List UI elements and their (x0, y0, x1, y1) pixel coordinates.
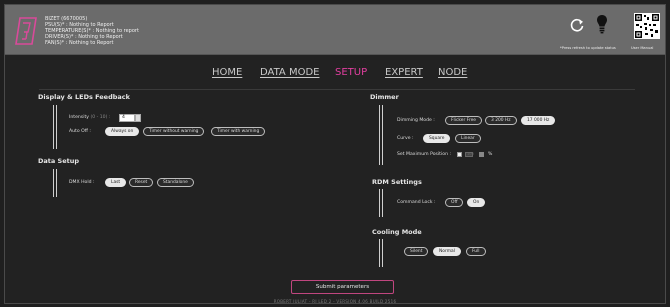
section-title-dimmer: Dimmer (370, 93, 399, 101)
maxpos-color-swatch[interactable] (479, 151, 484, 157)
status-panel: BIZET (6670005) PSU(S)* : Nothing to Rep… (45, 16, 139, 46)
curve-square[interactable]: Square (423, 134, 451, 143)
user-manual-link[interactable]: User Manual (631, 46, 653, 50)
section-title-cooling: Cooling Mode (372, 228, 422, 236)
autooff-timer-warning[interactable]: Timer with warning (211, 127, 266, 136)
autooff-label: Auto Off : (69, 129, 91, 134)
intensity-hint: (0 - 10) : (90, 115, 111, 120)
brand-logo-icon (15, 17, 37, 45)
dimming-mode-label: Dimming Mode : (397, 118, 435, 123)
nav-node[interactable]: NODE (438, 67, 467, 78)
qr-code-icon[interactable] (634, 13, 660, 39)
command-lock-on[interactable]: On (467, 198, 486, 207)
maxpos-unit: % (488, 152, 493, 157)
nav-setup[interactable]: SETUP (335, 67, 367, 78)
footer-text: ROBERT JULIAT - RJ LED 2 - VERSION 4.06 … (273, 299, 397, 304)
command-lock-off[interactable]: Off (445, 198, 464, 207)
refresh-note: *Press refresh to update status (560, 46, 616, 50)
autooff-always-on[interactable]: Always on (105, 127, 140, 136)
refresh-icon[interactable] (569, 17, 585, 33)
divider (39, 89, 635, 90)
maxpos-input[interactable]: 100 (465, 151, 474, 157)
curve-linear[interactable]: Linear (455, 134, 481, 143)
autooff-timer-no-warning[interactable]: Timer without warning (143, 127, 205, 136)
intensity-input[interactable]: 4 (119, 114, 135, 122)
dmx-hold-reset[interactable]: Reset (129, 178, 154, 187)
header-bar: BIZET (6670005) PSU(S)* : Nothing to Rep… (5, 5, 665, 55)
intensity-label-text: Intensity (69, 115, 89, 120)
section-bar (379, 239, 383, 267)
maxpos-checkbox[interactable] (457, 151, 462, 157)
section-bar (53, 169, 57, 197)
cooling-normal[interactable]: Normal (433, 247, 461, 256)
nav-home[interactable]: HOME (212, 67, 242, 78)
curve-label: Curve : (397, 136, 414, 141)
dmx-hold-label: DMX Hold : (69, 180, 95, 185)
cooling-silent[interactable]: Silent (404, 247, 429, 256)
dimming-mode-3200[interactable]: 3 200 Hz (485, 116, 517, 125)
intensity-stepper[interactable] (135, 114, 141, 122)
maxpos-label: Set Maximum Position : (397, 152, 451, 157)
nav-expert[interactable]: EXPERT (385, 67, 423, 78)
status-line: FAN(S)* : Nothing to Report (45, 40, 114, 46)
section-bar (379, 105, 383, 165)
section-title-rdm: RDM Settings (372, 178, 422, 186)
submit-button[interactable]: Submit parameters (291, 280, 394, 294)
dimming-mode-17000[interactable]: 17 000 Hz (521, 116, 556, 125)
section-bar (379, 189, 383, 217)
command-lock-label: Command Lock : (397, 200, 436, 205)
cooling-full[interactable]: Full (466, 247, 486, 256)
intensity-label: Intensity (0 - 10) : (69, 115, 110, 120)
dmx-hold-last[interactable]: Last (105, 178, 127, 187)
dimming-mode-flicker-free[interactable]: Flicker Free (445, 116, 482, 125)
dmx-hold-standalone[interactable]: Standalone (157, 178, 194, 187)
section-bar (53, 105, 57, 149)
app-frame: BIZET (6670005) PSU(S)* : Nothing to Rep… (4, 4, 666, 304)
nav-data-mode[interactable]: DATA MODE (260, 67, 319, 78)
section-title-display: Display & LEDs Feedback (38, 93, 130, 101)
main-nav: HOME DATA MODE SETUP EXPERT NODE (5, 67, 665, 81)
section-title-data-setup: Data Setup (38, 157, 80, 165)
lightbulb-icon[interactable] (596, 14, 608, 34)
